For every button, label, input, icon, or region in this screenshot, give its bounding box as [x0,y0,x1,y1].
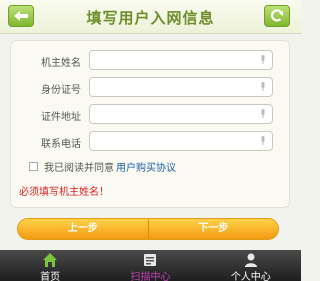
nav-item-home[interactable]: 首页 [0,250,100,281]
phone-label: 联系电话 [41,139,81,150]
refresh-button[interactable] [264,5,290,27]
id-number-label: 身份证号 [41,85,81,96]
refresh-icon [270,9,284,22]
page-title: 填写用户入网信息 [86,9,215,27]
microphone-icon[interactable] [260,82,266,92]
error-message: 必须填写机主姓名！ [19,187,109,198]
form-card: 机主姓名 身份证号 证件地址 联系电话 我已阅读并同意 用户购买协议 必须填写机… [10,40,290,208]
scan-icon [144,254,157,266]
id-address-label: 证件地址 [41,112,81,123]
purchase-agreement-link[interactable]: 用户购买协议 [116,159,176,174]
owner-name-label: 机主姓名 [41,58,81,69]
microphone-icon[interactable] [260,55,266,65]
nav-scan-label: 扫描中心 [130,272,171,281]
id-number-input[interactable] [89,77,273,97]
form-row-owner-name: 机主姓名 [11,50,291,72]
agreement-text: 我已阅读并同意 [44,162,114,174]
nav-item-scan[interactable]: 扫描中心 [100,250,200,281]
agreement-row: 我已阅读并同意 用户购买协议 [29,159,176,174]
user-icon [244,253,257,267]
id-address-input[interactable] [89,104,273,124]
microphone-icon[interactable] [260,109,266,119]
form-row-id-number: 身份证号 [11,77,291,99]
owner-name-input[interactable] [89,50,273,70]
next-step-button[interactable]: 下一步 [149,219,279,239]
agreement-checkbox[interactable] [29,161,38,171]
form-row-phone: 联系电话 [11,131,291,153]
nav-item-profile[interactable]: 个人中心 [201,250,301,281]
header-bar: 填写用户入网信息 [0,0,301,34]
nav-home-label: 首页 [40,272,61,281]
bottom-nav: 首页 扫描中心 个人中心 [0,250,301,281]
form-row-id-address: 证件地址 [11,104,291,126]
app-screen: 填写用户入网信息 机主姓名 身份证号 证件地址 联系电话 我已阅读并同意 用户购… [0,0,301,281]
nav-profile-label: 个人中心 [230,272,271,281]
prev-step-button[interactable]: 上一步 [18,219,148,239]
home-icon [43,253,58,267]
phone-input[interactable] [89,131,273,151]
microphone-icon[interactable] [260,136,266,146]
step-button-group: 上一步 下一步 [17,218,279,240]
